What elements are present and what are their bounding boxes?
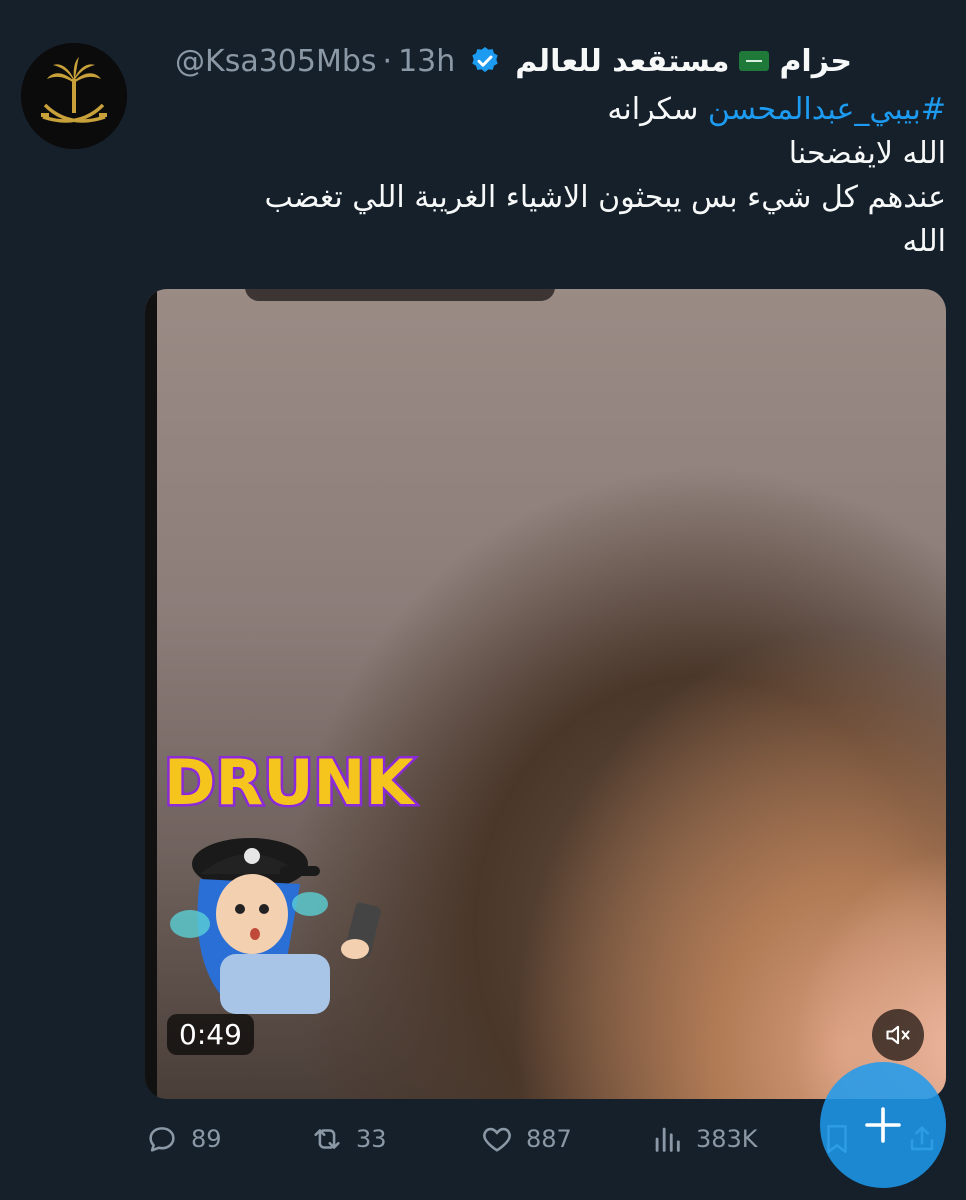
tweet-header: @Ksa305Mbs · 13h حزام مستقعد للعالم bbox=[175, 38, 866, 84]
compose-button[interactable] bbox=[820, 1062, 946, 1188]
tweet-line-2: الله لايفضحنا bbox=[788, 136, 946, 171]
display-name-main: مستقعد للعالم bbox=[515, 43, 730, 79]
mute-button[interactable] bbox=[872, 1009, 924, 1061]
drunk-sticker: DRUNK bbox=[160, 744, 420, 1024]
sticker-text: DRUNK bbox=[164, 746, 415, 819]
compose-plus-icon bbox=[865, 1107, 901, 1143]
tweet-line-1-tail: سكرانه bbox=[607, 92, 699, 127]
like-button[interactable]: 887 bbox=[480, 1117, 572, 1161]
views-count: 383K bbox=[696, 1125, 758, 1153]
video-duration: 0:49 bbox=[167, 1014, 254, 1055]
mute-icon bbox=[886, 1025, 910, 1045]
tweet-line-4: الله bbox=[902, 224, 947, 259]
video-notch bbox=[245, 289, 555, 301]
tweet-time[interactable]: 13h bbox=[398, 44, 455, 79]
retweet-count: 33 bbox=[356, 1125, 387, 1153]
video-edge bbox=[145, 289, 157, 1099]
reply-icon bbox=[149, 1127, 175, 1152]
tweet-line-1: #بيبي_عبدالمحسن سكرانه bbox=[166, 88, 946, 132]
verified-badge-icon bbox=[472, 47, 498, 73]
saudi-emblem-icon bbox=[21, 43, 127, 149]
like-count: 887 bbox=[526, 1125, 572, 1153]
views-icon bbox=[655, 1127, 680, 1152]
display-name-suffix: حزام bbox=[779, 43, 852, 79]
user-handle[interactable]: @Ksa305Mbs bbox=[175, 44, 377, 79]
retweet-icon bbox=[314, 1129, 340, 1149]
display-name[interactable]: حزام مستقعد للعالم bbox=[515, 44, 852, 79]
reply-count: 89 bbox=[191, 1125, 222, 1153]
avatar[interactable] bbox=[21, 43, 127, 149]
tweet-text: #بيبي_عبدالمحسن سكرانه الله لايفضحنا عند… bbox=[166, 88, 946, 264]
hashtag-link[interactable]: #بيبي_عبدالمحسن bbox=[708, 92, 946, 127]
saudi-flag-icon bbox=[739, 51, 770, 71]
separator: · bbox=[382, 43, 393, 79]
views-button[interactable]: 383K bbox=[650, 1117, 758, 1161]
video-player[interactable]: DRUNK 0:49 bbox=[145, 289, 946, 1099]
reply-button[interactable]: 89 bbox=[145, 1117, 222, 1161]
heart-icon bbox=[483, 1127, 511, 1152]
tweet-line-3: عندهم كل شيء بس يبحثون الاشياء الغريبة ا… bbox=[264, 180, 946, 215]
retweet-button[interactable]: 33 bbox=[310, 1117, 387, 1161]
